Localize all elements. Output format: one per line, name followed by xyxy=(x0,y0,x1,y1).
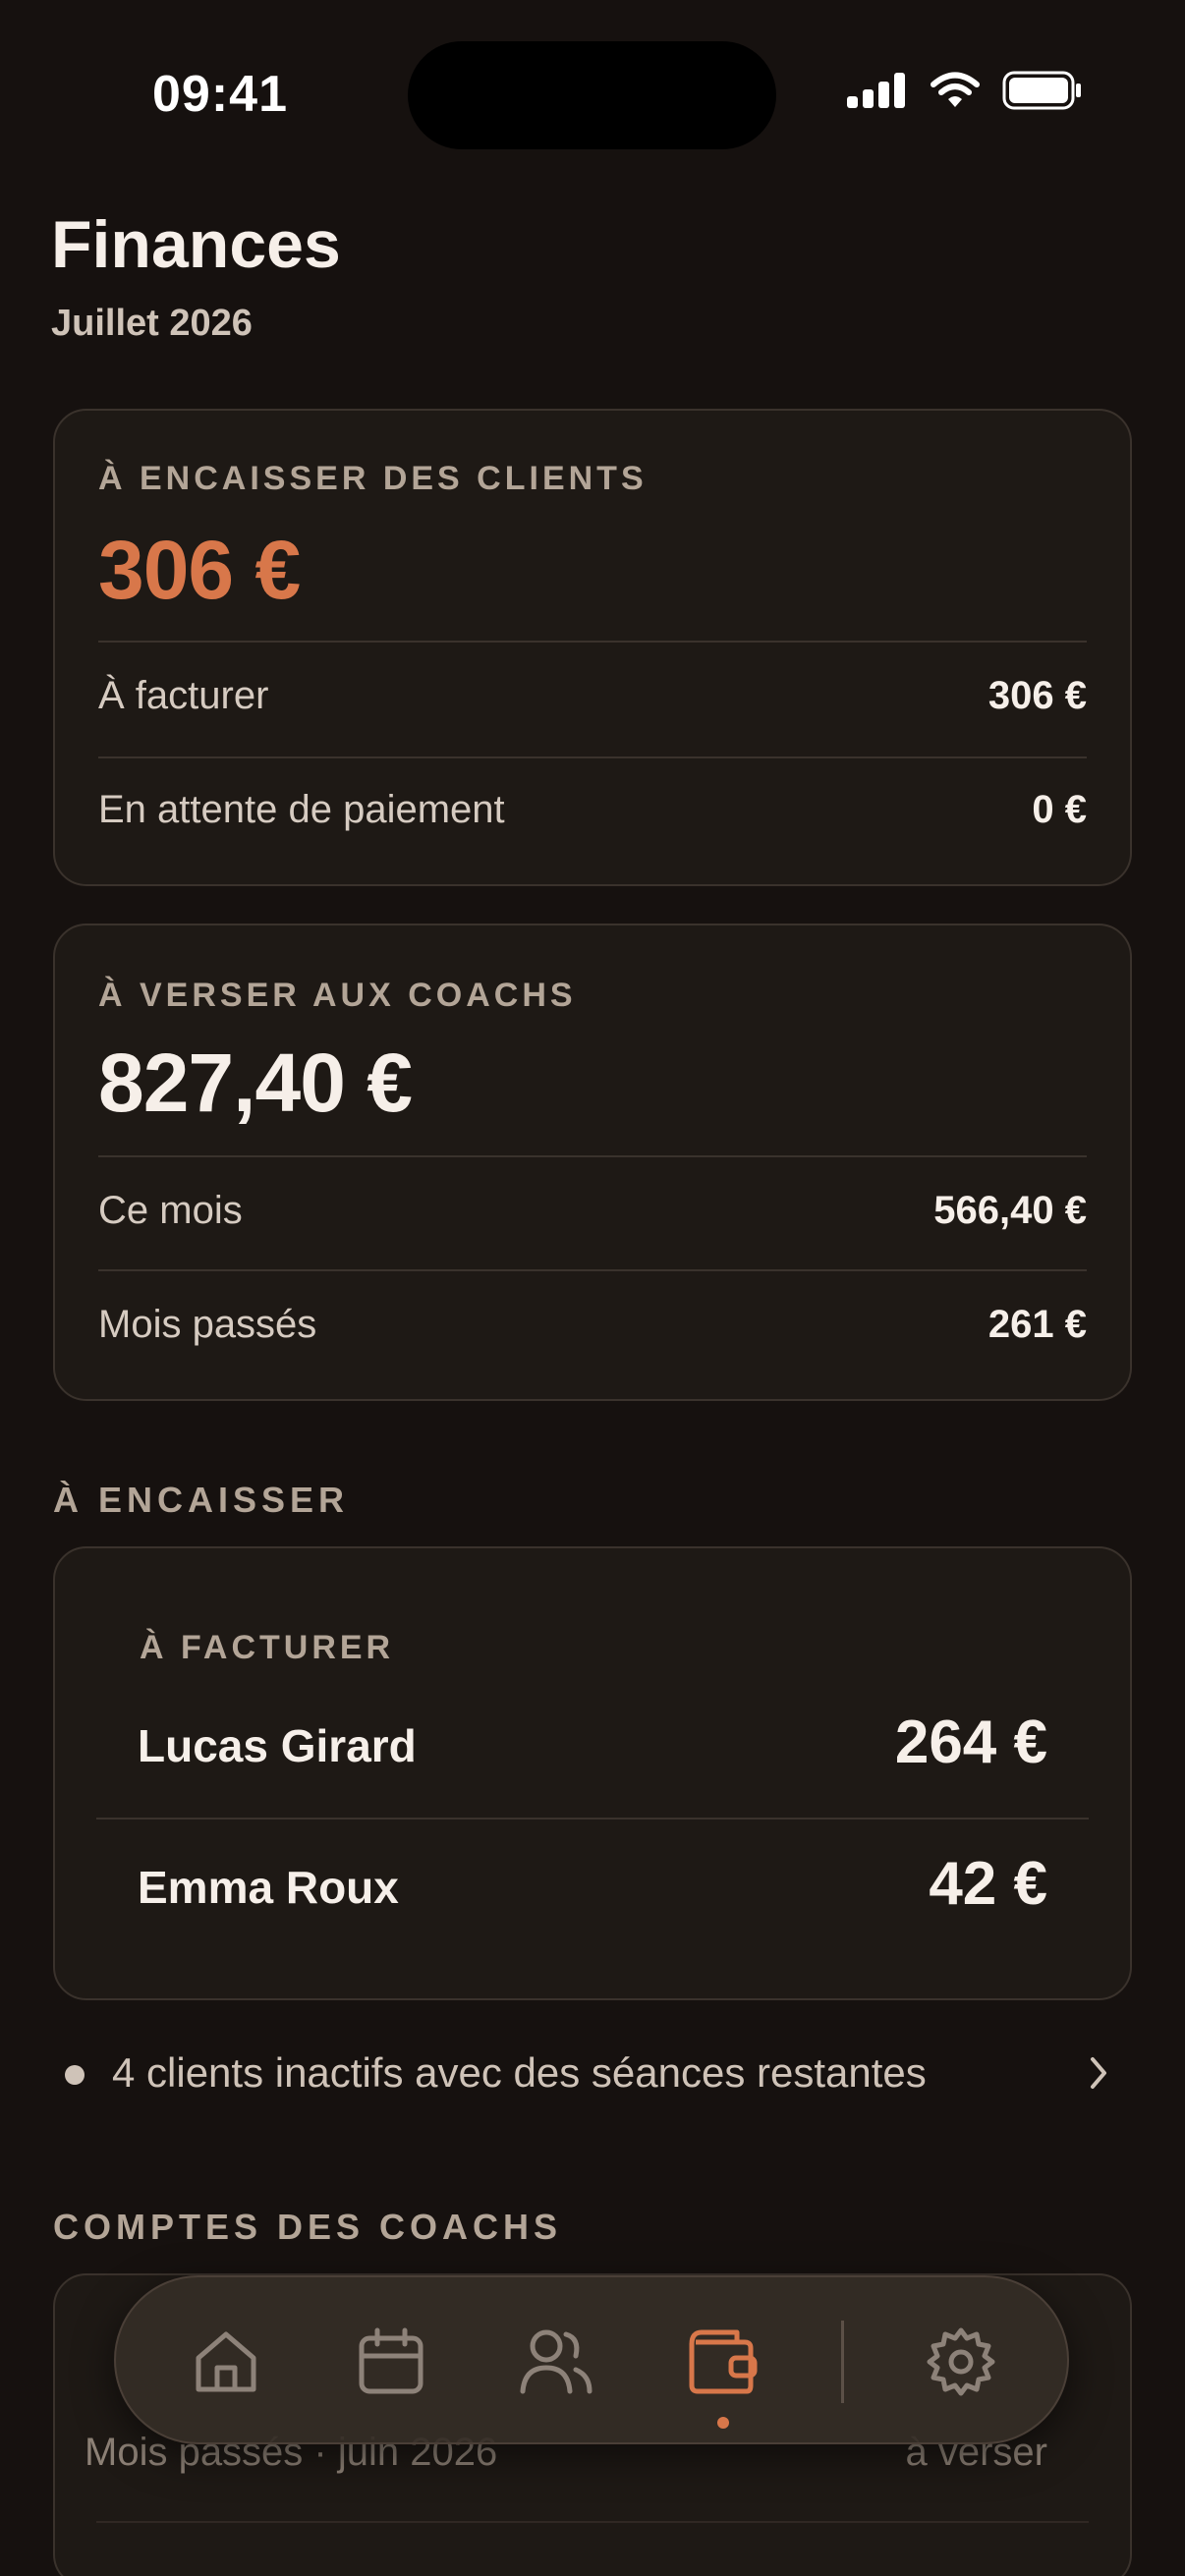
tab-finances[interactable] xyxy=(674,2315,768,2409)
client-row-lucas-girard[interactable]: Lucas Girard 264 € xyxy=(53,1690,1132,1818)
chevron-right-icon xyxy=(1091,2057,1106,2089)
to-invoice-group-label: À FACTURER xyxy=(140,1629,395,1666)
divider xyxy=(98,756,1087,758)
clients-receivable-card[interactable]: À ENCAISSER DES CLIENTS 306 € À facturer… xyxy=(53,409,1132,886)
tab-calendar[interactable] xyxy=(344,2315,438,2409)
divider xyxy=(96,1818,1089,1820)
tab-home[interactable] xyxy=(179,2315,273,2409)
signal-icon xyxy=(847,73,905,108)
active-tab-indicator xyxy=(717,2417,729,2429)
tab-separator xyxy=(841,2321,844,2403)
tab-bar xyxy=(114,2275,1069,2444)
client-amount: 42 € xyxy=(929,1850,1047,1918)
wallet-icon xyxy=(689,2329,758,2394)
home-icon xyxy=(196,2331,256,2392)
wifi-icon xyxy=(931,72,980,107)
dynamic-island xyxy=(408,41,776,149)
coachs-payable-amount: 827,40 € xyxy=(98,1036,413,1129)
to-invoice-label: À facturer xyxy=(98,674,269,717)
page-subtitle: Juillet 2026 xyxy=(51,303,253,344)
divider xyxy=(98,641,1087,643)
past-months-value: 261 € xyxy=(988,1303,1087,1346)
battery-icon xyxy=(1002,71,1081,110)
section-title-to-collect: À ENCAISSER xyxy=(53,1480,350,1520)
clients-receivable-label: À ENCAISSER DES CLIENTS xyxy=(98,460,648,497)
users-icon xyxy=(520,2329,592,2394)
past-months-label: Mois passés xyxy=(98,1303,317,1346)
client-amount: 264 € xyxy=(894,1708,1047,1776)
divider xyxy=(98,1155,1087,1157)
this-month-value: 566,40 € xyxy=(933,1189,1087,1232)
divider xyxy=(96,2521,1089,2523)
gear-icon xyxy=(927,2327,995,2396)
clients-receivable-amount: 306 € xyxy=(98,524,301,616)
coachs-payable-label: À VERSER AUX COACHS xyxy=(98,977,577,1014)
status-time: 09:41 xyxy=(152,66,288,123)
pending-payment-label: En attente de paiement xyxy=(98,788,505,831)
status-icons xyxy=(847,71,1083,110)
to-invoice-value: 306 € xyxy=(988,674,1087,717)
section-title-coach-accounts: COMPTES DES COACHS xyxy=(53,2207,563,2247)
coachs-payable-card[interactable]: À VERSER AUX COACHS 827,40 € Ce mois 566… xyxy=(53,924,1132,1401)
this-month-label: Ce mois xyxy=(98,1189,243,1232)
client-name: Emma Roux xyxy=(138,1862,399,1913)
page-title: Finances xyxy=(51,207,341,282)
tab-settings[interactable] xyxy=(914,2315,1008,2409)
inactive-clients-row[interactable]: 4 clients inactifs avec des séances rest… xyxy=(53,2034,1132,2112)
inactive-clients-text: 4 clients inactifs avec des séances rest… xyxy=(112,2049,927,2096)
tab-clients[interactable] xyxy=(509,2315,603,2409)
calendar-icon xyxy=(359,2327,423,2394)
status-bar: 09:41 xyxy=(0,0,1185,196)
pending-payment-value: 0 € xyxy=(1032,788,1087,831)
client-name: Lucas Girard xyxy=(138,1720,417,1771)
client-row-emma-roux[interactable]: Emma Roux 42 € xyxy=(53,1831,1132,1959)
bullet-dot xyxy=(65,2065,85,2085)
divider xyxy=(98,1269,1087,1271)
